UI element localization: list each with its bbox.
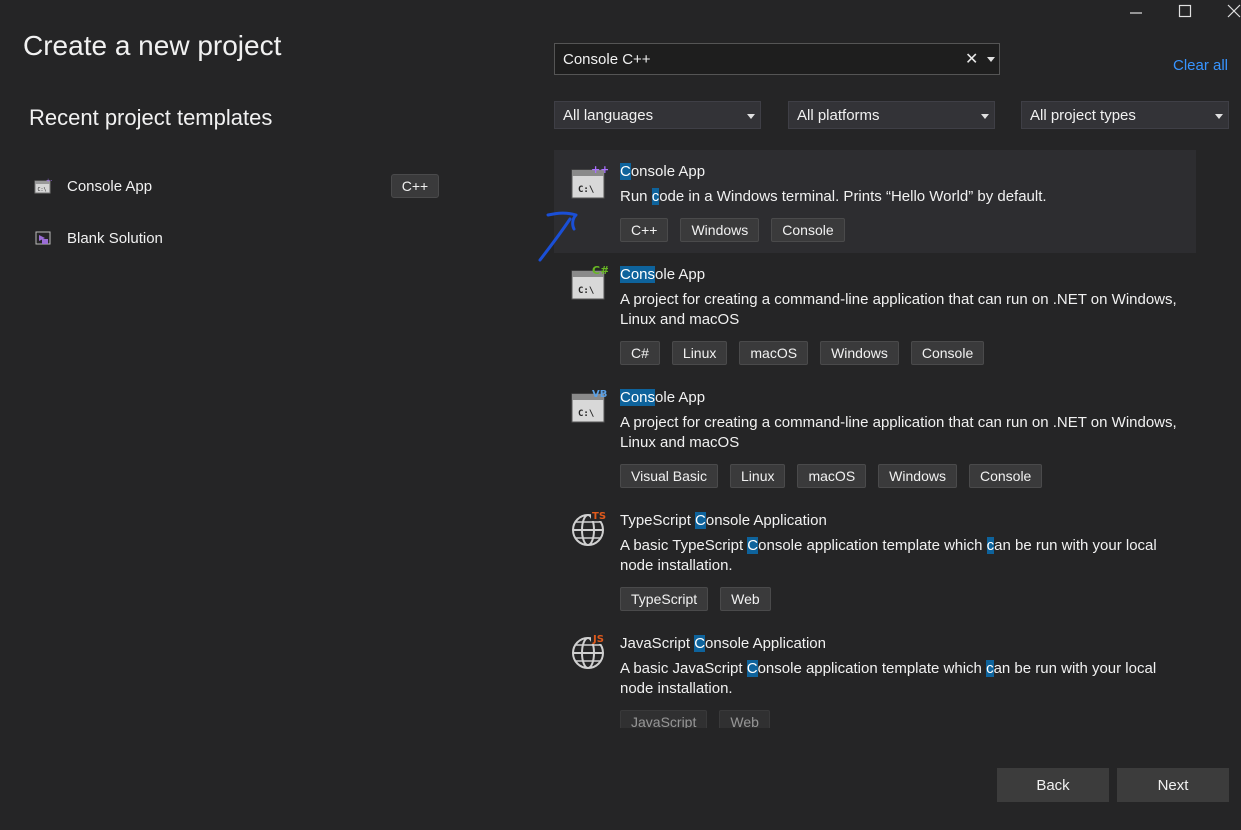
- tag: Windows: [680, 218, 760, 242]
- next-button[interactable]: Next: [1117, 768, 1229, 802]
- tag: TypeScript: [620, 587, 709, 611]
- svg-text:JS: JS: [592, 634, 604, 645]
- chevron-down-icon: [747, 114, 755, 119]
- minimize-button[interactable]: [1116, 0, 1156, 22]
- tag: macOS: [739, 341, 809, 365]
- template-name: JavaScript Console Application: [620, 635, 826, 652]
- typescript-globe-icon: TS: [572, 509, 608, 546]
- template-description: A project for creating a command-line ap…: [620, 414, 1177, 451]
- tag: Windows: [820, 341, 899, 365]
- svg-text:TS: TS: [592, 511, 606, 522]
- chevron-down-icon: [1215, 114, 1223, 119]
- recent-templates-heading: Recent project templates: [29, 105, 273, 130]
- tag: Web: [719, 710, 770, 728]
- tag: Console: [771, 218, 845, 242]
- tag: Console: [968, 464, 1043, 488]
- svg-text:C:\: C:\: [578, 185, 594, 195]
- template-item-javascript-console[interactable]: JS JavaScript Console Application A basi…: [554, 622, 1196, 728]
- clear-all-link[interactable]: Clear all: [1173, 57, 1228, 74]
- chevron-down-icon[interactable]: [987, 57, 995, 62]
- svg-text:C:\: C:\: [38, 187, 47, 193]
- template-item-cpp-console-app[interactable]: C:\ ++ Console App Run code in a Windows…: [554, 150, 1196, 253]
- project-type-filter-value: All project types: [1030, 106, 1136, 124]
- close-icon: [1227, 4, 1241, 18]
- svg-text:C:\: C:\: [578, 286, 594, 296]
- svg-text:++: ++: [591, 163, 608, 176]
- tag: Linux: [730, 464, 786, 488]
- back-button[interactable]: Back: [997, 768, 1109, 802]
- clear-search-icon[interactable]: ✕: [965, 49, 978, 69]
- template-item-typescript-console[interactable]: TS TypeScript Console Application A basi…: [554, 499, 1196, 622]
- template-search-input[interactable]: [563, 50, 953, 68]
- template-description: A basic TypeScript Console application t…: [620, 537, 1157, 574]
- project-type-filter-dropdown[interactable]: All project types: [1021, 101, 1229, 129]
- chevron-down-icon: [981, 114, 989, 119]
- recent-item-language-badge: C++: [391, 174, 439, 198]
- language-filter-dropdown[interactable]: All languages: [554, 101, 761, 129]
- annotation-arrow-icon: [538, 211, 578, 262]
- tag: Web: [720, 587, 771, 611]
- svg-text:++: ++: [46, 178, 52, 184]
- template-search-box[interactable]: ✕: [554, 43, 1000, 75]
- template-item-csharp-console-app[interactable]: C:\ C# Console App A project for creatin…: [554, 253, 1196, 376]
- tag: C++: [620, 218, 669, 242]
- tag: JavaScript: [620, 710, 708, 728]
- svg-text:VB: VB: [592, 389, 607, 400]
- recent-item-blank-solution[interactable]: Blank Solution: [28, 223, 448, 253]
- tag: Visual Basic: [620, 464, 719, 488]
- recent-item-console-app[interactable]: C:\ ++ Console App: [28, 171, 448, 201]
- template-name: Console App: [620, 389, 706, 406]
- language-filter-value: All languages: [563, 106, 654, 124]
- csharp-console-icon: C:\ C#: [571, 264, 608, 300]
- template-tags: TypeScript Web: [620, 587, 771, 611]
- blank-solution-icon: [32, 227, 54, 249]
- template-tags: C++ Windows Console: [620, 218, 845, 242]
- tag: Console: [910, 341, 985, 365]
- recent-item-label: Console App: [67, 177, 153, 195]
- svg-text:C#: C#: [592, 264, 608, 277]
- close-button[interactable]: [1214, 0, 1241, 22]
- template-item-vb-console-app[interactable]: C:\ VB Console App A project for creatin…: [554, 376, 1196, 499]
- tag: macOS: [797, 464, 867, 488]
- svg-text:C:\: C:\: [578, 409, 594, 419]
- template-name: TypeScript Console Application: [620, 512, 827, 529]
- template-tags: Visual Basic Linux macOS Windows Console: [620, 464, 1043, 488]
- platform-filter-value: All platforms: [797, 106, 880, 124]
- template-description: A project for creating a command-line ap…: [620, 291, 1177, 328]
- vb-console-icon: C:\ VB: [571, 389, 607, 423]
- maximize-button[interactable]: [1165, 0, 1205, 22]
- console-app-icon: C:\ ++: [32, 175, 54, 197]
- template-name: Console App: [620, 266, 706, 283]
- template-name: Console App: [620, 163, 706, 180]
- javascript-globe-icon: JS: [572, 632, 608, 669]
- recent-item-label: Blank Solution: [67, 229, 163, 247]
- tag: Linux: [671, 341, 728, 365]
- template-description: A basic JavaScript Console application t…: [620, 660, 1157, 697]
- template-tags: C# Linux macOS Windows Console: [620, 341, 985, 365]
- tag: C#: [620, 341, 660, 365]
- platform-filter-dropdown[interactable]: All platforms: [788, 101, 995, 129]
- page-title: Create a new project: [23, 30, 282, 61]
- minimize-icon: [1130, 12, 1142, 14]
- maximize-icon: [1178, 4, 1192, 18]
- template-list[interactable]: C:\ ++ Console App Run code in a Windows…: [554, 150, 1196, 728]
- template-tags: JavaScript Web: [620, 710, 770, 728]
- tag: Windows: [878, 464, 957, 488]
- template-description: Run code in a Windows terminal. Prints “…: [620, 188, 1047, 205]
- cpp-console-icon: C:\ ++: [571, 163, 608, 199]
